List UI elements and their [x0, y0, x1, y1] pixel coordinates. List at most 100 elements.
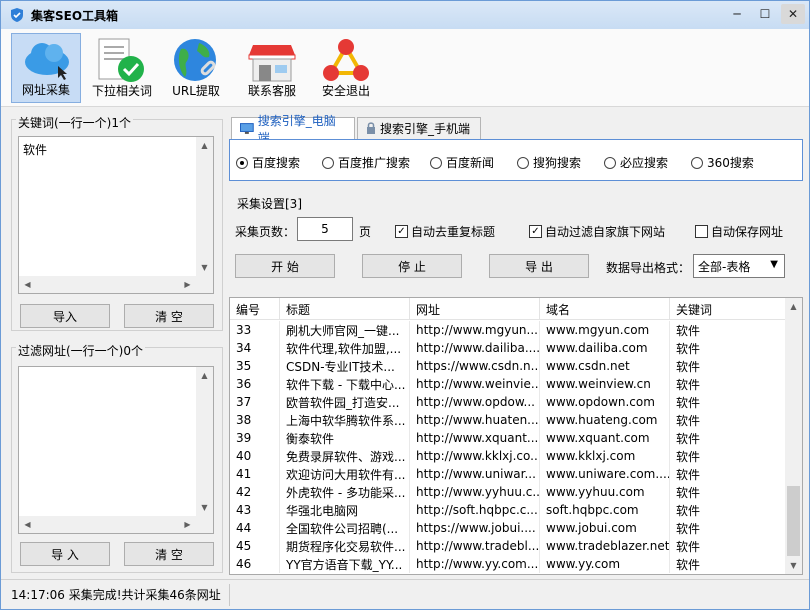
lock-icon: [367, 122, 375, 134]
table-cell: http://soft.hqbpc.c...: [410, 501, 540, 519]
scroll-up-icon[interactable]: ▲: [196, 137, 213, 154]
keywords-textarea[interactable]: 软件 ▲ ▼ ◀ ▶: [18, 136, 214, 294]
table-row[interactable]: 41 欢迎访问大用软件有... http://www.uniwar... www.un…: [230, 465, 786, 483]
scroll-down-icon[interactable]: ▼: [196, 499, 213, 516]
table-cell: https://www.jobui....: [410, 519, 540, 537]
stop-button[interactable]: 停 止: [362, 254, 462, 278]
table-vscroll[interactable]: ▲ ▼: [785, 298, 802, 574]
table-cell: 软件: [670, 321, 786, 339]
tab-pc-engines[interactable]: 搜索引擎_电脑端: [231, 114, 355, 145]
table-cell: www.xquant.com: [540, 429, 670, 447]
table-cell: http://www.dailiba....: [410, 339, 540, 357]
table-cell: 软件: [670, 357, 786, 375]
keywords-clear-button[interactable]: 清 空: [124, 304, 214, 328]
col-header[interactable]: 标题: [280, 298, 410, 320]
keywords-hscroll[interactable]: ◀ ▶: [19, 276, 196, 293]
radio-baidu-news[interactable]: 百度新闻: [430, 154, 494, 171]
table-row[interactable]: 34 软件代理,软件加盟,... http://www.dailiba.... www…: [230, 339, 786, 357]
scroll-up-icon[interactable]: ▲: [785, 298, 802, 315]
scroll-left-icon[interactable]: ◀: [19, 276, 36, 293]
status-divider: [229, 584, 230, 606]
table-row[interactable]: 42 外虎软件 - 多功能采... http://www.yyhuu.c... www…: [230, 483, 786, 501]
table-cell: www.opdown.com: [540, 393, 670, 411]
filter-vscroll[interactable]: ▲ ▼: [196, 367, 213, 516]
keywords-vscroll[interactable]: ▲ ▼: [196, 137, 213, 276]
app-title: 集客SEO工具箱: [31, 8, 119, 23]
pages-input[interactable]: 5: [297, 217, 353, 241]
auto-save-checkbox[interactable]: 自动保存网址: [695, 223, 783, 240]
table-cell: 33: [230, 321, 280, 339]
table-cell: http://www.uniwar...: [410, 465, 540, 483]
table-row[interactable]: 43 华强北电脑网 http://soft.hqbpc.c... soft.hqbpc…: [230, 501, 786, 519]
scroll-right-icon[interactable]: ▶: [179, 516, 196, 533]
table-cell: 45: [230, 537, 280, 555]
col-header[interactable]: 域名: [540, 298, 670, 320]
tool-url-collect[interactable]: 网址采集: [11, 33, 81, 103]
radio-label: 百度新闻: [446, 156, 495, 170]
radio-baidu-promo[interactable]: 百度推广搜索: [322, 154, 410, 171]
table-cell: 软件: [670, 465, 786, 483]
col-header[interactable]: 关键词: [670, 298, 786, 320]
filter-import-button[interactable]: 导 入: [20, 542, 110, 566]
table-cell: 上海中软华腾软件系...: [280, 411, 410, 429]
table-cell: 软件: [670, 555, 786, 573]
shop-icon: [248, 45, 296, 82]
col-header[interactable]: 网址: [410, 298, 540, 320]
table-row[interactable]: 45 期货程序化交易软件... http://www.tradebl... www.t…: [230, 537, 786, 555]
filter-hscroll[interactable]: ◀ ▶: [19, 516, 196, 533]
table-row[interactable]: 38 上海中软华腾软件系... http://www.huaten... www.hu…: [230, 411, 786, 429]
close-button[interactable]: ✕: [781, 4, 805, 24]
table-cell: 软件: [670, 393, 786, 411]
scroll-right-icon[interactable]: ▶: [179, 276, 196, 293]
dedupe-title-checkbox[interactable]: ✓ 自动去重复标题: [395, 223, 495, 240]
scroll-down-icon[interactable]: ▼: [785, 557, 802, 574]
tool-dropdown-words[interactable]: 下拉相关词: [87, 33, 157, 103]
table-row[interactable]: 36 软件下载 - 下载中心... http://www.weinvie... www…: [230, 375, 786, 393]
table-cell: www.uniware.com....: [540, 465, 670, 483]
table-row[interactable]: 39 衡泰软件 http://www.xquant.... www.xquant.co…: [230, 429, 786, 447]
scroll-down-icon[interactable]: ▼: [196, 259, 213, 276]
filter-own-checkbox[interactable]: ✓ 自动过滤自家旗下网站: [529, 223, 665, 240]
radio-baidu[interactable]: 百度搜索: [236, 154, 300, 171]
export-button[interactable]: 导 出: [489, 254, 589, 278]
table-row[interactable]: 40 免费录屏软件、游戏... http://www.kklxj.co... www.…: [230, 447, 786, 465]
table-cell: 软件: [670, 339, 786, 357]
radio-360[interactable]: 360搜索: [691, 154, 754, 171]
maximize-button[interactable]: ☐: [753, 4, 777, 24]
tab-mobile-engines[interactable]: 搜索引擎_手机端: [357, 117, 481, 139]
table-row[interactable]: 35 CSDN-专业IT技术... https://www.csdn.n... www…: [230, 357, 786, 375]
start-button[interactable]: 开 始: [235, 254, 335, 278]
check-icon: ✓: [529, 225, 542, 238]
tool-safe-exit[interactable]: 安全退出: [311, 33, 381, 103]
table-cell: http://www.tradebl...: [410, 537, 540, 555]
export-format-select[interactable]: 全部-表格 ▼: [693, 254, 785, 278]
tool-contact-support[interactable]: 联系客服: [237, 33, 307, 103]
table-row[interactable]: 33 刷机大师官网_一键... http://www.mgyun.... www.mg…: [230, 321, 786, 339]
scroll-left-icon[interactable]: ◀: [19, 516, 36, 533]
table-cell: www.yyhuu.com: [540, 483, 670, 501]
table-cell: 软件: [670, 447, 786, 465]
table-row[interactable]: 46 YY官方语音下载_YY... http://www.yy.com... www.…: [230, 555, 786, 573]
app-shield-icon: [11, 8, 23, 22]
status-bar: 14:17:06 采集完成!共计采集46条网址: [1, 579, 809, 609]
table-cell: 软件: [670, 375, 786, 393]
filter-clear-button[interactable]: 清 空: [124, 542, 214, 566]
table-row[interactable]: 44 全国软件公司招聘(... https://www.jobui.... www.j…: [230, 519, 786, 537]
table-cell: 39: [230, 429, 280, 447]
radio-bing[interactable]: 必应搜索: [604, 154, 668, 171]
table-cell: 欧普软件园_打造安...: [280, 393, 410, 411]
radio-sogou[interactable]: 搜狗搜索: [517, 154, 581, 171]
keywords-import-button[interactable]: 导入: [20, 304, 110, 328]
filter-textarea[interactable]: ▲ ▼ ◀ ▶: [18, 366, 214, 534]
scroll-thumb[interactable]: [787, 486, 800, 556]
table-row[interactable]: 37 欧普软件园_打造安... http://www.opdow... www.opd…: [230, 393, 786, 411]
results-table[interactable]: 编号 标题 网址 域名 关键词 33 刷机大师官网_一键... http://www…: [229, 297, 803, 575]
col-header[interactable]: 编号: [230, 298, 280, 320]
minimize-button[interactable]: ─: [725, 4, 749, 24]
keywords-content: 软件: [23, 143, 48, 157]
tool-url-extract[interactable]: URL提取: [161, 33, 231, 103]
cloud-icon: [25, 43, 69, 80]
radio-dot: [322, 156, 334, 169]
table-cell: 全国软件公司招聘(...: [280, 519, 410, 537]
scroll-up-icon[interactable]: ▲: [196, 367, 213, 384]
